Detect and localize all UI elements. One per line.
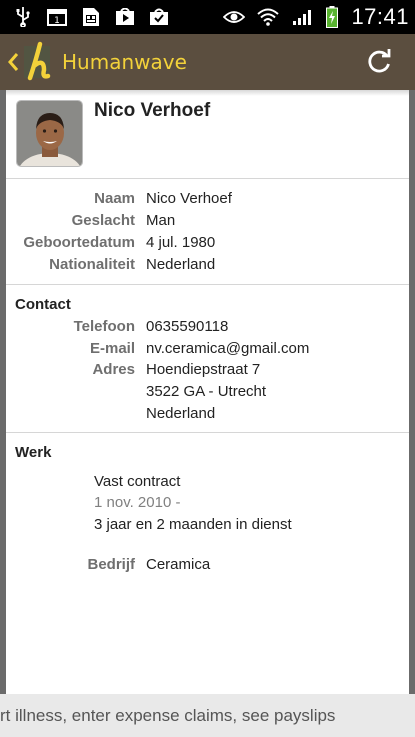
field-row-adres[interactable]: Adres Hoendiepstraat 7 bbox=[6, 361, 409, 383]
field-label: E-mail bbox=[89, 340, 135, 357]
divider bbox=[6, 284, 409, 285]
section-title-werk: Werk bbox=[15, 444, 52, 461]
battery-charging-icon bbox=[325, 6, 339, 28]
employee-detail-card: Nico Verhoef Naam Nico Verhoef Geslacht … bbox=[6, 90, 409, 694]
avatar bbox=[16, 100, 83, 167]
field-row-geslacht: Geslacht Man bbox=[6, 212, 409, 234]
field-label: Naam bbox=[94, 190, 135, 207]
address-line[interactable]: 3522 GA - Utrecht bbox=[146, 383, 266, 400]
contract-type: Vast contract bbox=[94, 473, 181, 490]
profile-header: Nico Verhoef bbox=[6, 90, 409, 178]
address-line[interactable]: Nederland bbox=[146, 405, 215, 422]
field-value: Nico Verhoef bbox=[146, 190, 232, 207]
chevron-left-icon[interactable] bbox=[4, 34, 22, 90]
signal-icon bbox=[291, 6, 313, 28]
field-value: 4 jul. 1980 bbox=[146, 234, 216, 251]
field-label: Geslacht bbox=[71, 212, 135, 229]
wifi-icon bbox=[257, 6, 280, 28]
app-logo[interactable] bbox=[22, 40, 58, 84]
sim-card-icon bbox=[80, 6, 102, 28]
address-line[interactable]: Hoendiepstraat 7 bbox=[146, 361, 260, 378]
background-text: rt illness, enter expense claims, see pa… bbox=[0, 706, 336, 725]
clock: 17:41 bbox=[351, 4, 409, 29]
divider bbox=[6, 432, 409, 433]
employment-duration: 3 jaar en 2 maanden in dienst bbox=[94, 516, 292, 533]
field-label: Bedrijf bbox=[87, 556, 135, 573]
card-shadow bbox=[6, 90, 409, 96]
address-row[interactable]: Nederland bbox=[6, 405, 409, 427]
svg-text:1: 1 bbox=[54, 16, 60, 26]
company-value: Ceramica bbox=[146, 556, 211, 573]
field-row-telefoon[interactable]: Telefoon 0635590118 bbox=[6, 318, 409, 340]
email-value[interactable]: nv.ceramica@gmail.com bbox=[146, 340, 309, 357]
usb-icon bbox=[12, 6, 34, 28]
field-row-geboortedatum: Geboortedatum 4 jul. 1980 bbox=[6, 234, 409, 256]
field-row-nationaliteit: Nationaliteit Nederland bbox=[6, 256, 409, 278]
field-label: Geboortedatum bbox=[23, 234, 135, 251]
phone-value[interactable]: 0635590118 bbox=[146, 318, 228, 335]
status-bar: 1 17:41 bbox=[0, 0, 415, 34]
field-label: Nationaliteit bbox=[49, 256, 135, 273]
field-value: Man bbox=[146, 212, 176, 229]
eye-icon bbox=[223, 6, 246, 28]
address-row[interactable]: 3522 GA - Utrecht bbox=[6, 383, 409, 405]
field-row-naam: Naam Nico Verhoef bbox=[6, 190, 409, 212]
shopping-bag-icon bbox=[148, 6, 170, 28]
field-row-bedrijf: Bedrijf Ceramica bbox=[6, 556, 409, 578]
section-title-contact: Contact bbox=[15, 296, 71, 313]
refresh-icon[interactable] bbox=[365, 48, 393, 76]
calendar-icon: 1 bbox=[46, 6, 68, 28]
field-value: Nederland bbox=[146, 256, 216, 273]
app-title: Humanwave bbox=[62, 50, 187, 74]
field-row-email[interactable]: E-mail nv.ceramica@gmail.com bbox=[6, 340, 409, 362]
start-date: 1 nov. 2010 - bbox=[94, 494, 181, 511]
action-bar: Humanwave bbox=[0, 34, 415, 90]
field-label: Telefoon bbox=[73, 318, 135, 335]
play-store-icon bbox=[114, 6, 136, 28]
divider bbox=[6, 178, 409, 179]
field-label: Adres bbox=[92, 361, 135, 378]
profile-name: Nico Verhoef bbox=[94, 100, 211, 121]
